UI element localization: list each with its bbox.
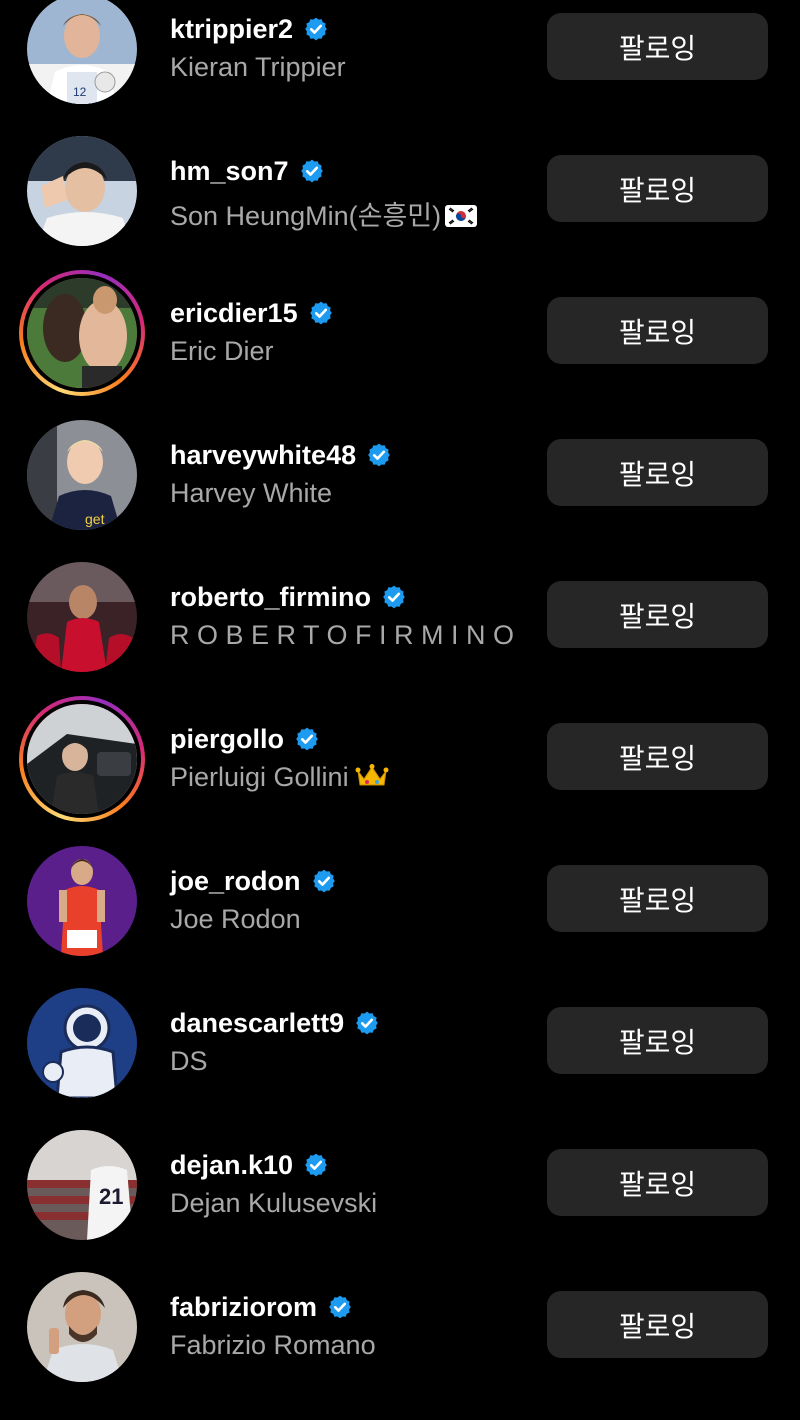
username[interactable]: roberto_firmino bbox=[170, 582, 371, 613]
full-name: Joe Rodon bbox=[170, 904, 301, 934]
following-button[interactable]: 팔로잉 bbox=[547, 13, 768, 80]
list-item[interactable]: danescarlett9 DS 팔로잉 bbox=[0, 988, 800, 1136]
avatar-ktrippier2-icon: 12 bbox=[27, 0, 137, 104]
avatar-piergollo-icon bbox=[27, 704, 137, 814]
list-item[interactable]: hm_son7 Son HeungMin(손흥민) 팔로잉 bbox=[0, 136, 800, 284]
avatar-danescarlett9-icon bbox=[27, 988, 137, 1098]
full-name: Harvey White bbox=[170, 478, 333, 508]
list-item[interactable]: roberto_firmino R O B E R T O F I R M I … bbox=[0, 562, 800, 710]
avatar[interactable] bbox=[24, 985, 140, 1101]
svg-text:21: 21 bbox=[99, 1184, 123, 1209]
full-name: Fabrizio Romano bbox=[170, 1330, 376, 1360]
following-button[interactable]: 팔로잉 bbox=[547, 1149, 768, 1216]
verified-badge-icon bbox=[308, 300, 334, 326]
username[interactable]: joe_rodon bbox=[170, 866, 301, 897]
list-item[interactable]: fabriziorom Fabrizio Romano 팔로잉 bbox=[0, 1272, 800, 1420]
avatar[interactable]: get bbox=[24, 417, 140, 533]
avatar-story-ring[interactable] bbox=[19, 696, 145, 822]
full-name: Eric Dier bbox=[170, 336, 274, 366]
crown-icon bbox=[355, 764, 389, 786]
full-name-text: Son HeungMin(손흥민) bbox=[170, 201, 442, 231]
list-item[interactable]: 21 dejan.k10 Dejan Kulusevski 팔로잉 bbox=[0, 1130, 800, 1278]
username[interactable]: harveywhite48 bbox=[170, 440, 356, 471]
username[interactable]: dejan.k10 bbox=[170, 1150, 293, 1181]
following-button[interactable]: 팔로잉 bbox=[547, 1007, 768, 1074]
username[interactable]: hm_son7 bbox=[170, 156, 289, 187]
avatar-harveywhite48-icon: get bbox=[27, 420, 137, 530]
avatar-fabriziorom-icon bbox=[27, 1272, 137, 1382]
following-button[interactable]: 팔로잉 bbox=[547, 581, 768, 648]
username[interactable]: fabriziorom bbox=[170, 1292, 317, 1323]
verified-badge-icon bbox=[354, 1010, 380, 1036]
verified-badge-icon bbox=[294, 726, 320, 752]
avatar-joe-rodon-icon bbox=[27, 846, 137, 956]
full-name: DS bbox=[170, 1046, 208, 1076]
avatar-roberto-firmino-icon bbox=[27, 562, 137, 672]
list-item[interactable]: joe_rodon Joe Rodon 팔로잉 bbox=[0, 846, 800, 994]
south-korea-flag-icon bbox=[445, 205, 478, 227]
full-name: R O B E R T O F I R M I N O bbox=[170, 620, 515, 650]
list-item[interactable]: get harveywhite48 Harvey White 팔로잉 bbox=[0, 420, 800, 568]
list-item[interactable]: 12 ktrippier2 Kieran Trippier 팔로잉 bbox=[0, 0, 800, 142]
svg-text:12: 12 bbox=[73, 85, 87, 99]
full-name: Son HeungMin(손흥민) bbox=[170, 194, 478, 233]
avatar-story-ring[interactable] bbox=[19, 270, 145, 396]
verified-badge-icon bbox=[311, 868, 337, 894]
avatar-ericdier15-icon bbox=[27, 278, 137, 388]
verified-badge-icon bbox=[303, 1152, 329, 1178]
username[interactable]: piergollo bbox=[170, 724, 284, 755]
following-button[interactable]: 팔로잉 bbox=[547, 865, 768, 932]
verified-badge-icon bbox=[303, 16, 329, 42]
avatar[interactable] bbox=[24, 133, 140, 249]
avatar-dejan-k10-icon: 21 bbox=[27, 1130, 137, 1240]
username[interactable]: ktrippier2 bbox=[170, 14, 293, 45]
full-name: Kieran Trippier bbox=[170, 52, 346, 82]
following-button[interactable]: 팔로잉 bbox=[547, 1291, 768, 1358]
following-list: 12 ktrippier2 Kieran Trippier 팔로잉 hm_son… bbox=[0, 0, 800, 1400]
avatar[interactable]: 12 bbox=[24, 0, 140, 107]
avatar-hm-son7-icon bbox=[27, 136, 137, 246]
verified-badge-icon bbox=[366, 442, 392, 468]
verified-badge-icon bbox=[299, 158, 325, 184]
full-name: Pierluigi Gollini bbox=[170, 762, 389, 793]
svg-text:get: get bbox=[85, 511, 105, 527]
following-button[interactable]: 팔로잉 bbox=[547, 297, 768, 364]
following-button[interactable]: 팔로잉 bbox=[547, 155, 768, 222]
list-item[interactable]: ericdier15 Eric Dier 팔로잉 bbox=[0, 270, 800, 426]
verified-badge-icon bbox=[327, 1294, 353, 1320]
following-button[interactable]: 팔로잉 bbox=[547, 439, 768, 506]
verified-badge-icon bbox=[381, 584, 407, 610]
avatar[interactable] bbox=[24, 843, 140, 959]
full-name-text: Pierluigi Gollini bbox=[170, 762, 349, 792]
following-button[interactable]: 팔로잉 bbox=[547, 723, 768, 790]
username[interactable]: ericdier15 bbox=[170, 298, 298, 329]
full-name: Dejan Kulusevski bbox=[170, 1188, 378, 1218]
username[interactable]: danescarlett9 bbox=[170, 1008, 344, 1039]
avatar[interactable] bbox=[24, 559, 140, 675]
avatar[interactable] bbox=[24, 1269, 140, 1385]
list-item[interactable]: piergollo Pierluigi Gollini 팔로잉 bbox=[0, 696, 800, 852]
avatar[interactable]: 21 bbox=[24, 1127, 140, 1243]
